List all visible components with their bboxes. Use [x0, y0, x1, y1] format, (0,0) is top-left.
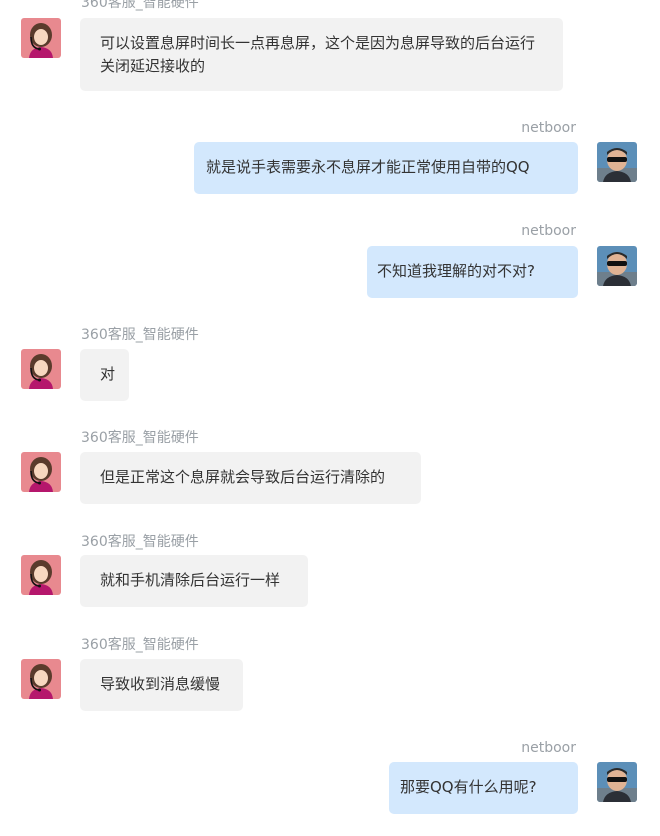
message-bubble: 不知道我理解的对不对?	[367, 246, 578, 298]
sender-name: 360客服_智能硬件	[81, 327, 199, 343]
user-avatar[interactable]	[597, 762, 637, 802]
agent-avatar[interactable]	[21, 349, 61, 389]
agent-avatar[interactable]	[21, 452, 61, 492]
sender-name: netboor	[521, 740, 576, 756]
user-avatar[interactable]	[597, 246, 637, 286]
message-bubble: 那要QQ有什么用呢?	[389, 762, 578, 814]
sender-name: 360客服_智能硬件	[81, 430, 199, 446]
sender-name: netboor	[521, 223, 576, 239]
agent-avatar[interactable]	[21, 18, 61, 58]
sender-name: 360客服_智能硬件	[81, 534, 199, 550]
sender-name: 360客服_智能硬件	[81, 0, 199, 11]
agent-avatar[interactable]	[21, 659, 61, 699]
message-bubble: 导致收到消息缓慢	[80, 659, 243, 711]
sender-name: 360客服_智能硬件	[81, 637, 199, 653]
sender-name: netboor	[521, 120, 576, 136]
message-bubble: 可以设置息屏时间长一点再息屏，这个是因为息屏导致的后台运行关闭延迟接收的	[80, 18, 563, 91]
user-avatar[interactable]	[597, 142, 637, 182]
agent-avatar[interactable]	[21, 555, 61, 595]
message-bubble: 就是说手表需要永不息屏才能正常使用自带的QQ	[194, 142, 578, 194]
message-bubble: 对	[80, 349, 129, 401]
message-bubble: 但是正常这个息屏就会导致后台运行清除的	[80, 452, 421, 504]
message-bubble: 就和手机清除后台运行一样	[80, 555, 308, 607]
